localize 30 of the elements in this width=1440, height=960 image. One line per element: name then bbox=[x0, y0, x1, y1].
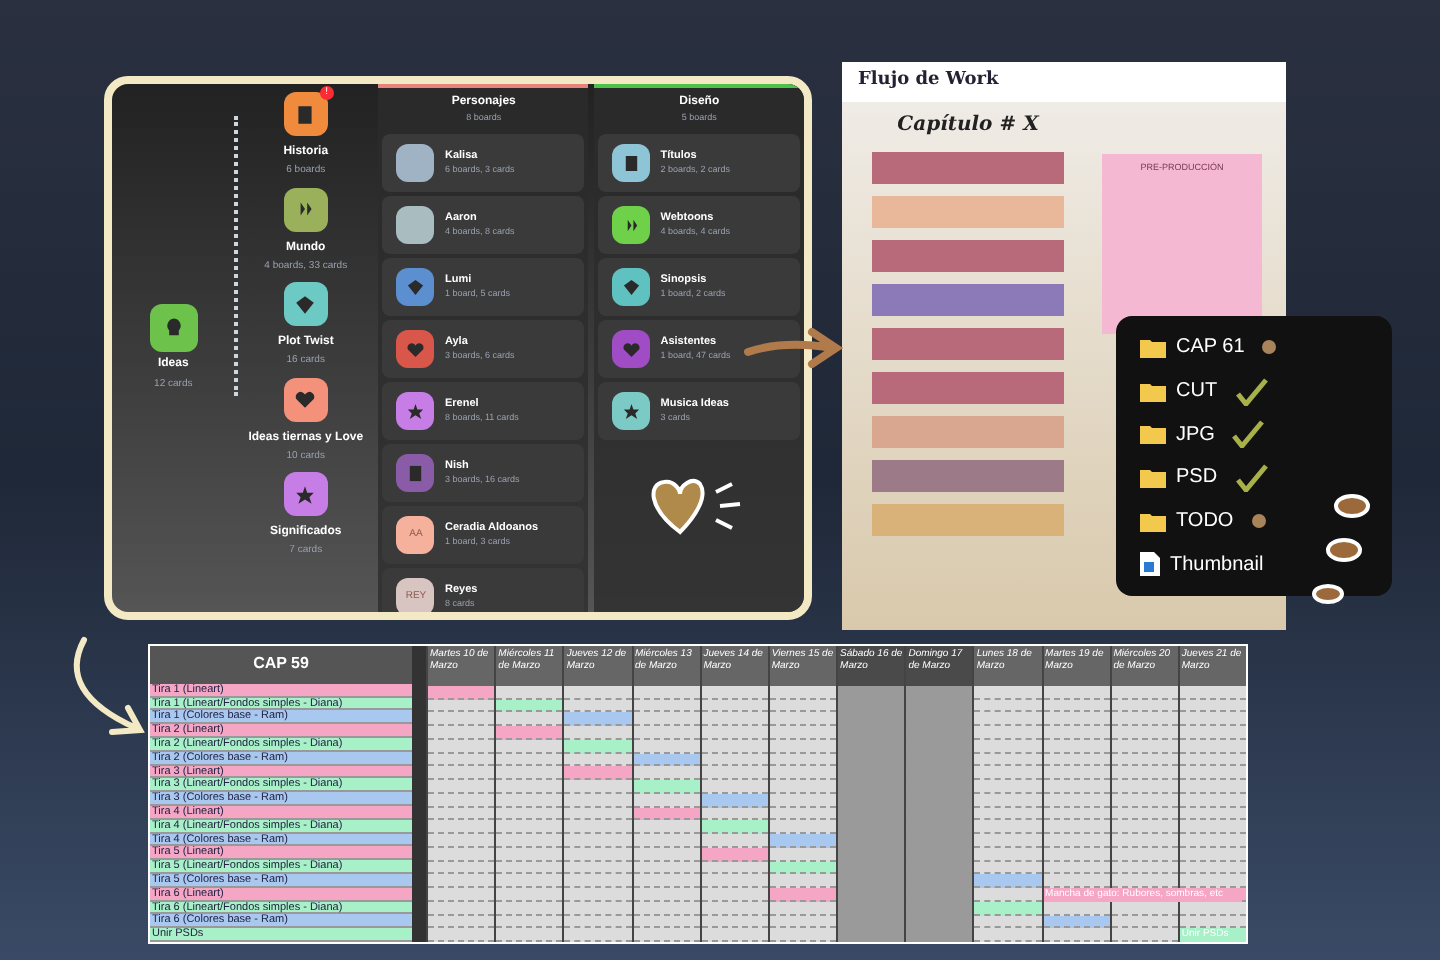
star-icon bbox=[406, 401, 426, 420]
folder-item[interactable]: CAP 61 bbox=[1140, 332, 1392, 364]
folder-item[interactable]: TODO bbox=[1140, 505, 1392, 537]
heart-icon bbox=[622, 339, 641, 358]
diamond-icon bbox=[622, 277, 641, 296]
folder-icon bbox=[1140, 381, 1166, 401]
handwritten-heading: Capítulo # X bbox=[897, 111, 1039, 139]
folder-item[interactable]: PSD bbox=[1140, 462, 1392, 494]
folder-item[interactable]: CUT bbox=[1140, 375, 1392, 407]
lightbulb-icon bbox=[161, 315, 186, 340]
page-icon bbox=[622, 153, 641, 172]
document-icon bbox=[1140, 552, 1160, 577]
heart-icon bbox=[406, 339, 426, 358]
dots-drawing bbox=[1308, 490, 1372, 610]
sheet-title: CAP 59 bbox=[150, 646, 412, 684]
folder-icon bbox=[1140, 511, 1166, 532]
heart-icon bbox=[294, 388, 317, 410]
star-icon bbox=[622, 401, 641, 420]
diamond-icon bbox=[294, 293, 317, 315]
folder-icon bbox=[1140, 467, 1166, 488]
page-icon bbox=[294, 103, 317, 125]
document-title: Flujo de Work bbox=[842, 62, 1286, 101]
folder-item[interactable]: JPG bbox=[1140, 418, 1392, 451]
folder-icon bbox=[1140, 337, 1166, 358]
page-icon bbox=[406, 463, 426, 482]
folder-icon bbox=[1140, 424, 1166, 445]
star-icon bbox=[294, 483, 317, 505]
diamond-icon bbox=[406, 277, 426, 296]
chevrons-icon bbox=[622, 215, 641, 234]
folder-item[interactable]: Thumbnail bbox=[1140, 548, 1392, 581]
